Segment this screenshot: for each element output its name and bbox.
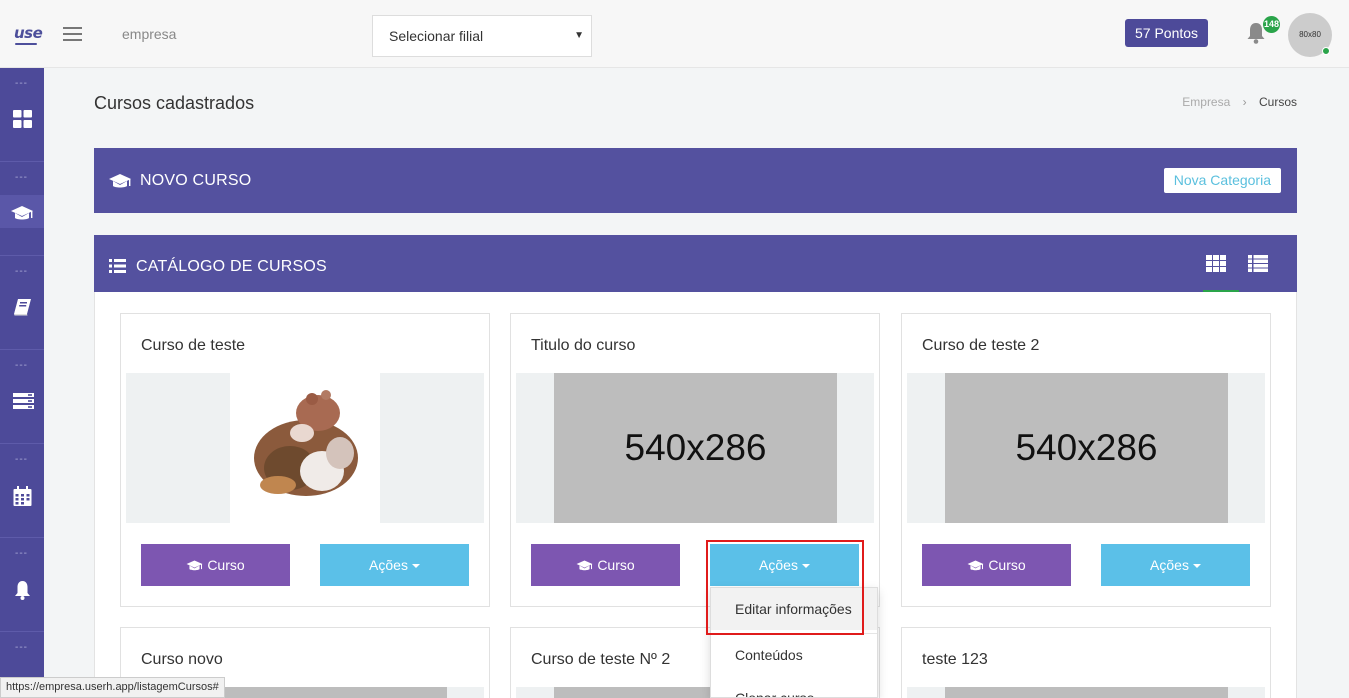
graduation-cap-icon: [109, 174, 131, 188]
course-catalog-title: CATÁLOGO DE CURSOS: [136, 258, 327, 275]
menu-toggle-icon[interactable]: [63, 27, 82, 41]
caret-down-icon: ▼: [574, 30, 584, 41]
actions-button[interactable]: Ações: [1101, 544, 1250, 586]
course-title: Titulo do curso: [531, 337, 636, 354]
actions-button-label: Ações: [1150, 557, 1189, 573]
sidebar-separator: ---: [15, 360, 28, 371]
course-catalog-header: CATÁLOGO DE CURSOS: [94, 235, 1297, 293]
sidebar-group-calendar: ---: [0, 444, 44, 538]
calendar-icon[interactable]: [13, 486, 32, 506]
book-icon[interactable]: [13, 298, 32, 316]
page-title: Cursos cadastrados: [94, 93, 255, 113]
course-button[interactable]: Curso: [922, 544, 1071, 586]
online-status-dot: [1322, 47, 1330, 55]
breadcrumb: Empresa › Cursos: [1182, 95, 1297, 109]
chevron-right-icon: ›: [1242, 95, 1247, 109]
branch-select-value: Selecionar filial: [389, 28, 484, 44]
breadcrumb-link-empresa[interactable]: Empresa: [1182, 95, 1230, 109]
grid-view-icon[interactable]: [1206, 255, 1226, 272]
breadcrumb-current: Cursos: [1258, 95, 1297, 109]
new-category-button[interactable]: Nova Categoria: [1163, 168, 1281, 193]
course-card: Curso de teste Curso Ações: [120, 313, 490, 607]
notification-count: 148: [1263, 16, 1280, 33]
points-badge[interactable]: 57 Pontos: [1125, 19, 1209, 47]
course-button-label: Curso: [597, 557, 635, 573]
dashboard-icon[interactable]: [13, 110, 32, 128]
image-placeholder: 540x286: [945, 373, 1228, 523]
course-button-label: Curso: [988, 557, 1026, 573]
sidebar-separator: ---: [15, 642, 28, 653]
course-button[interactable]: Curso: [531, 544, 680, 586]
actions-button-label: Ações: [369, 557, 408, 573]
graduation-cap-icon: [967, 560, 984, 571]
course-title: Curso novo: [141, 651, 223, 668]
course-image[interactable]: 540x286: [907, 373, 1265, 523]
sidebar-group-notifications: ---: [0, 538, 44, 632]
course-button-label: Curso: [207, 557, 245, 573]
bell-icon[interactable]: [13, 580, 32, 600]
caret-down-icon: [411, 564, 420, 568]
list-icon: [109, 259, 126, 273]
course-title: Curso de teste Nº 2: [531, 651, 671, 668]
menu-item-contents[interactable]: Conteúdos: [711, 634, 877, 676]
list-icon[interactable]: [13, 392, 34, 410]
caret-down-icon: [1192, 564, 1201, 568]
status-bar-url: https://empresa.userh.app/listagemCursos…: [0, 677, 225, 698]
image-placeholder: [945, 687, 1228, 698]
sidebar-group-courses: ---: [0, 162, 44, 256]
actions-button[interactable]: Ações: [320, 544, 469, 586]
top-bar: use empresa Selecionar filial ▼ 57 Ponto…: [0, 0, 1349, 68]
course-card: Curso de teste 2 540x286 Curso Ações: [901, 313, 1271, 607]
sidebar-separator: ---: [15, 454, 28, 465]
image-placeholder: 540x286: [554, 373, 837, 523]
course-image[interactable]: [126, 373, 484, 523]
course-card: teste 123: [901, 627, 1271, 698]
app-logo[interactable]: use: [14, 24, 43, 45]
new-course-panel[interactable]: NOVO CURSO Nova Categoria: [94, 148, 1297, 213]
sidebar-separator: ---: [15, 172, 28, 183]
list-view-icon[interactable]: [1248, 255, 1268, 272]
course-title: Curso de teste: [141, 337, 246, 354]
menu-item-clone-course[interactable]: Clonar curso: [711, 677, 877, 697]
company-name: empresa: [122, 26, 177, 42]
course-title: Curso de teste 2: [922, 337, 1040, 354]
course-title: teste 123: [922, 651, 988, 668]
graduation-cap-icon: [576, 560, 593, 571]
sidebar-separator: ---: [15, 548, 28, 559]
sidebar-separator: ---: [15, 266, 28, 277]
sidebar-group-list: ---: [0, 350, 44, 444]
highlight-annotation: [706, 540, 864, 635]
sidebar-group-dashboard: ---: [0, 68, 44, 162]
new-course-title: NOVO CURSO: [140, 172, 252, 189]
course-image[interactable]: 540x286: [516, 373, 874, 523]
graduation-cap-icon: [186, 560, 203, 571]
sidebar: --- --- --- --- --- --- ---: [0, 68, 44, 698]
branch-select[interactable]: Selecionar filial ▼: [372, 15, 592, 57]
graduation-cap-icon[interactable]: [11, 204, 33, 222]
sidebar-separator: ---: [15, 78, 28, 89]
course-image[interactable]: [907, 687, 1265, 698]
course-button[interactable]: Curso: [141, 544, 290, 586]
sidebar-group-book: ---: [0, 256, 44, 350]
course-photo: [230, 373, 380, 523]
